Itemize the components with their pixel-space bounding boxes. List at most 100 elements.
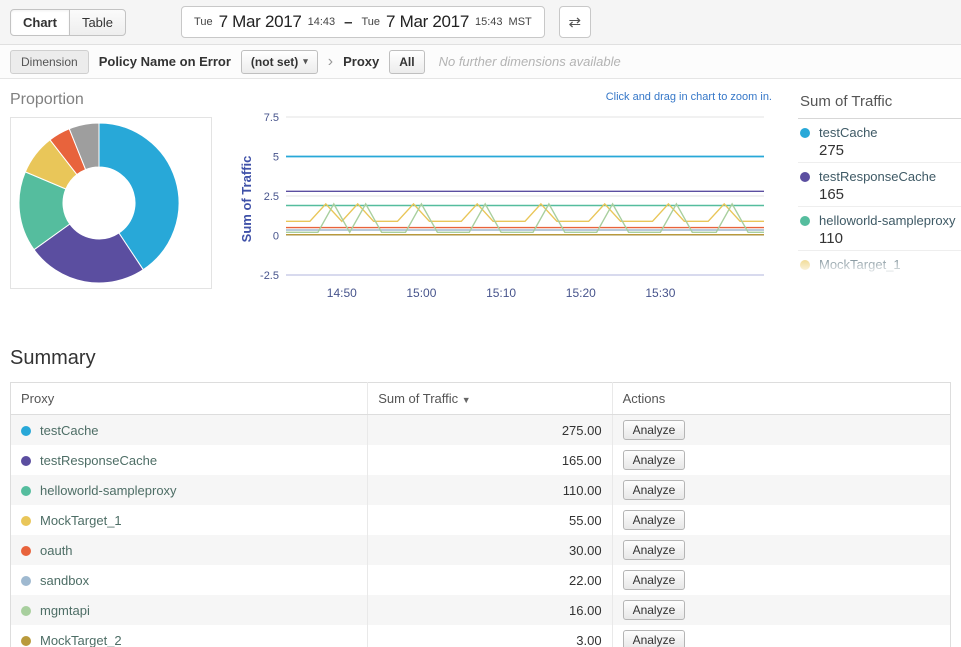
actions-cell: Analyze: [612, 535, 950, 565]
y-axis-title: Sum of Traffic: [239, 156, 254, 243]
analyze-button[interactable]: Analyze: [623, 480, 686, 500]
analyze-button[interactable]: Analyze: [623, 570, 686, 590]
analyze-button[interactable]: Analyze: [623, 600, 686, 620]
proxy-name: mgmtapi: [40, 603, 90, 618]
proxy-cell: testResponseCache: [11, 445, 368, 475]
analyze-button[interactable]: Analyze: [623, 630, 686, 647]
actions-cell: Analyze: [612, 565, 950, 595]
legend-item-value: 275: [819, 142, 961, 159]
proxy-color-dot: [21, 546, 31, 556]
legend-item-value: 165: [819, 186, 961, 203]
tab-chart[interactable]: Chart: [10, 9, 70, 36]
proxy-cell: helloworld-sampleproxy: [11, 475, 368, 505]
proxy-cell: MockTarget_1: [11, 505, 368, 535]
proportion-column: Proportion: [10, 91, 212, 289]
actions-cell: Analyze: [612, 475, 950, 505]
proxy-cell: sandbox: [11, 565, 368, 595]
proxy-cell: testCache: [11, 415, 368, 446]
proxy-name: MockTarget_2: [40, 633, 122, 647]
table-row: oauth30.00Analyze: [11, 535, 951, 565]
start-time: 14:43: [308, 16, 336, 28]
dimension-value-dropdown[interactable]: (not set) ▾: [241, 50, 318, 74]
summary-table: Proxy Sum of Traffic ▼ Actions testCache…: [10, 382, 951, 647]
table-row: MockTarget_1 55.00 Analyze: [11, 505, 951, 535]
legend-item: MockTarget_155: [798, 251, 961, 276]
x-tick-label: 15:30: [645, 286, 675, 300]
x-tick-label: 14:50: [327, 286, 357, 300]
dimension-filter-name: Policy Name on Error: [99, 54, 231, 69]
dimension-bar: Dimension Policy Name on Error (not set)…: [0, 45, 961, 79]
traffic-value-cell: 55.00: [368, 505, 612, 535]
chart-row: Proportion Click and drag in chart to zo…: [0, 79, 961, 317]
start-day: Tue: [194, 16, 213, 28]
actions-cell: Analyze: [612, 505, 950, 535]
table-row: MockTarget_2 3.00 Analyze: [11, 625, 951, 647]
y-tick-label: -2.5: [260, 270, 279, 282]
table-header-row: Proxy Sum of Traffic ▼ Actions: [11, 383, 951, 415]
y-tick-label: 7.5: [264, 112, 279, 124]
refresh-button[interactable]: ⇄: [559, 6, 591, 38]
legend-item: testCache 275: [798, 119, 961, 163]
traffic-value-cell: 16.00: [368, 595, 612, 625]
legend-item: helloworld-sampleproxy110: [798, 207, 961, 251]
proxy-name: MockTarget_1: [40, 513, 122, 528]
x-tick-label: 15:10: [486, 286, 516, 300]
zoom-hint: Click and drag in chart to zoom in.: [238, 91, 778, 107]
line-chart-column: Click and drag in chart to zoom in. 7.55…: [238, 91, 778, 317]
traffic-value-cell: 275.00: [368, 415, 612, 446]
legend-item-label: MockTarget_1: [819, 257, 901, 272]
traffic-value-cell: 3.00: [368, 625, 612, 647]
date-range-picker[interactable]: Tue 7 Mar 2017 14:43 – Tue 7 Mar 2017 15…: [181, 6, 545, 38]
analyze-button[interactable]: Analyze: [623, 420, 686, 440]
analyze-button[interactable]: Analyze: [623, 540, 686, 560]
legend-color-dot: [800, 172, 810, 182]
traffic-value-cell: 110.00: [368, 475, 612, 505]
actions-cell: Analyze: [612, 445, 950, 475]
column-header-traffic[interactable]: Sum of Traffic ▼: [368, 383, 612, 415]
x-tick-label: 15:20: [566, 286, 596, 300]
sort-desc-icon: ▼: [462, 395, 471, 405]
table-row: sandbox22.00 Analyze: [11, 565, 951, 595]
legend-item: testResponseCache 165: [798, 163, 961, 207]
table-row: mgmtapi 16.00 Analyze: [11, 595, 951, 625]
analyze-button[interactable]: Analyze: [623, 450, 686, 470]
no-dimensions-note: No further dimensions available: [439, 54, 621, 69]
chevron-down-icon: ▾: [303, 56, 308, 67]
proxy-name: oauth: [40, 543, 73, 558]
dimension-chip: Dimension: [10, 50, 89, 74]
timezone: MST: [509, 16, 532, 28]
proxy-name: testCache: [40, 423, 99, 438]
proxy-color-dot: [21, 516, 31, 526]
actions-cell: Analyze: [612, 625, 950, 647]
legend-item-row: MockTarget_1: [800, 257, 961, 272]
proxy-color-dot: [21, 636, 31, 646]
column-header-proxy: Proxy: [11, 383, 368, 415]
proxy-color-dot: [21, 606, 31, 616]
legend-item-row: testResponseCache: [800, 169, 961, 184]
tab-table[interactable]: Table: [69, 9, 126, 36]
legend-item-label: testResponseCache: [819, 169, 936, 184]
summary-table-body: testCache 275.00 Analyze testResponseCache 1…: [11, 415, 951, 647]
actions-cell: Analyze: [612, 415, 950, 446]
traffic-line-chart[interactable]: 7.552.50-2.514:5015:0015:1015:2015:30Sum…: [238, 107, 778, 312]
proxy-filter-all-button[interactable]: All: [389, 50, 424, 74]
toolbar: Chart Table Tue 7 Mar 2017 14:43 – Tue 7…: [0, 0, 961, 45]
traffic-value-cell: 22.00: [368, 565, 612, 595]
proxy-dimension-label: Proxy: [343, 54, 379, 69]
proportion-donut[interactable]: [17, 121, 181, 285]
proxy-name: testResponseCache: [40, 453, 157, 468]
table-row: helloworld-sampleproxy110.00 Analyze: [11, 475, 951, 505]
legend-color-dot: [800, 216, 810, 226]
legend-color-dot: [800, 260, 810, 270]
legend-list: testCache 275 testResponseCache 165 hellowor…: [798, 119, 961, 276]
proxy-color-dot: [21, 456, 31, 466]
legend-item-label: helloworld-sampleproxy: [819, 213, 956, 228]
end-time: 15:43: [475, 16, 503, 28]
analyze-button[interactable]: Analyze: [623, 510, 686, 530]
analytics-dashboard: Chart Table Tue 7 Mar 2017 14:43 – Tue 7…: [0, 0, 961, 647]
column-header-actions: Actions: [612, 383, 950, 415]
legend-color-dot: [800, 128, 810, 138]
y-tick-label: 0: [273, 231, 279, 243]
range-separator: –: [344, 14, 352, 31]
legend-item-row: testCache: [800, 125, 961, 140]
